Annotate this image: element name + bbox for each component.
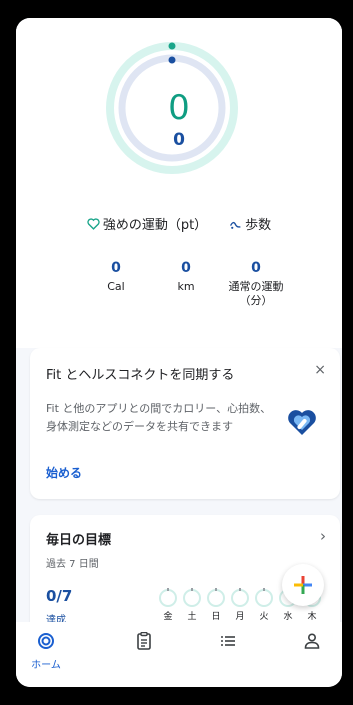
stat-value: 0 xyxy=(111,260,121,276)
goals-count: 0/7 xyxy=(46,587,73,605)
card-title: 毎日の目標 xyxy=(46,533,112,548)
day-ring: 火 xyxy=(254,588,274,622)
legend-heart-points[interactable]: 強めの運動（pt） xyxy=(87,214,207,233)
heart-outline-icon xyxy=(87,217,100,230)
stat-calories: 0 Cal xyxy=(98,260,134,294)
nav-journal[interactable] xyxy=(114,631,174,654)
nav-browse[interactable] xyxy=(198,632,258,654)
browse-icon xyxy=(221,636,235,646)
nav-profile[interactable] xyxy=(282,632,342,654)
legend-steps[interactable]: 歩数 xyxy=(229,214,271,233)
chevron-right-icon[interactable]: › xyxy=(320,527,326,545)
day-label: 木 xyxy=(307,612,317,622)
stat-move-minutes: 0 通常の運動 （分） xyxy=(216,260,296,308)
legend-heart-label: 強めの運動（pt） xyxy=(102,218,208,233)
day-label: 日 xyxy=(211,612,221,622)
journal-icon xyxy=(137,631,151,650)
steps-value: 0 xyxy=(173,130,185,150)
sync-health-connect-card[interactable]: Fit とヘルスコネクトを同期する × Fit と他のアプリとの間でカロリー、心… xyxy=(30,348,340,499)
day-label: 土 xyxy=(187,612,197,622)
day-ring: 金 xyxy=(158,588,178,622)
card-description: Fit と他のアプリとの間でカロリー、心拍数、身体測定などのデータを共有できます xyxy=(46,402,272,433)
legend-steps-label: 歩数 xyxy=(245,218,272,233)
stat-value: 0 xyxy=(251,260,261,276)
stat-distance: 0 km xyxy=(168,260,204,294)
home-ring-icon xyxy=(38,633,54,649)
card-subtitle: 過去 7 日間 xyxy=(46,559,99,570)
day-ring: 月 xyxy=(230,588,250,622)
health-connect-logo-icon xyxy=(288,410,316,435)
steps-icon xyxy=(230,221,241,229)
card-title: Fit とヘルスコネクトを同期する xyxy=(46,368,235,383)
nav-home[interactable]: ホーム xyxy=(16,632,76,671)
day-label: 火 xyxy=(259,612,269,622)
bottom-navigation: ホーム xyxy=(16,622,342,687)
heart-points-value: 0 xyxy=(168,88,190,128)
stat-value: 0 xyxy=(181,260,191,276)
day-label: 月 xyxy=(235,612,245,622)
add-activity-button[interactable] xyxy=(282,564,324,606)
close-icon[interactable]: × xyxy=(314,362,326,378)
stat-label: km xyxy=(177,280,195,293)
stat-label: 通常の運動 （分） xyxy=(228,280,284,307)
app-screen: 0 0 強めの運動（pt） 歩数 0 Cal 0 km 0 通常の運動 （分） … xyxy=(16,18,342,687)
day-ring: 土 xyxy=(182,588,202,622)
day-ring: 日 xyxy=(206,588,226,622)
nav-home-label: ホーム xyxy=(31,660,61,671)
profile-icon xyxy=(304,633,320,649)
day-label: 水 xyxy=(283,612,293,622)
stat-label: Cal xyxy=(107,280,125,293)
get-started-link[interactable]: 始める xyxy=(46,464,82,481)
day-label: 金 xyxy=(163,612,173,622)
plus-icon xyxy=(294,576,312,594)
ring-legend: 強めの運動（pt） 歩数 xyxy=(16,214,342,233)
activity-summary: 0 0 強めの運動（pt） 歩数 0 Cal 0 km 0 通常の運動 （分） xyxy=(16,18,342,348)
